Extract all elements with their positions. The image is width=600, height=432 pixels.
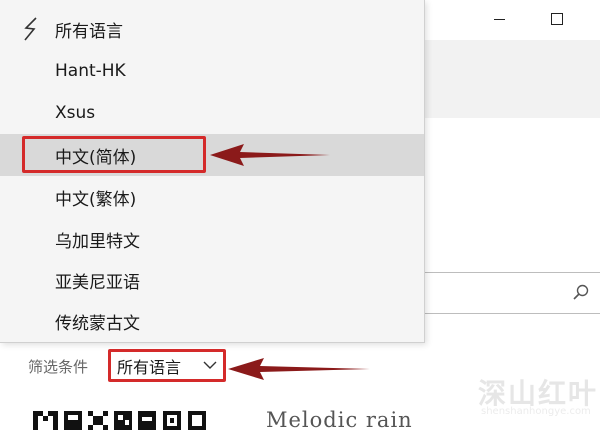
language-option-label: 所有语言 [55, 21, 123, 42]
annotation-arrow-icon [228, 358, 370, 380]
maximize-button[interactable] [540, 6, 574, 32]
language-option-label: Hant-HK [55, 61, 126, 81]
check-icon [24, 17, 37, 41]
language-option-label: 传统蒙古文 [55, 313, 140, 334]
chevron-down-icon [203, 361, 217, 369]
language-option-label: 亚美尼亚语 [55, 272, 140, 293]
pixel-font-preview[interactable] [33, 405, 223, 430]
filter-value: 所有语言 [117, 357, 182, 377]
language-option-mongolian[interactable]: 传统蒙古文 [0, 300, 424, 342]
language-option-label: 乌加里特文 [55, 231, 140, 252]
script-font-preview[interactable]: Melodic rain [266, 408, 413, 432]
language-option-ugaritic[interactable]: 乌加里特文 [0, 218, 424, 260]
minimize-button[interactable] [482, 6, 516, 32]
annotation-arrow-icon [210, 144, 330, 166]
watermark-url: shenshanhongye.com [481, 406, 591, 417]
filter-label: 筛选条件 [28, 358, 89, 376]
language-option-label: Xsus [55, 103, 96, 123]
maximize-icon [551, 13, 563, 25]
language-option-xsus[interactable]: Xsus [0, 92, 424, 134]
language-option-zh-hant[interactable]: 中文(繁体) [0, 176, 424, 218]
highlight-box [22, 136, 206, 173]
language-option-hant-hk[interactable]: Hant-HK [0, 50, 424, 92]
language-option-all[interactable]: 所有语言 [0, 8, 424, 50]
filter-dropdown[interactable]: 所有语言 [108, 349, 226, 382]
minimize-icon [493, 18, 505, 20]
language-option-label: 中文(繁体) [55, 189, 137, 210]
search-icon [573, 284, 589, 300]
language-option-armenian[interactable]: 亚美尼亚语 [0, 259, 424, 301]
